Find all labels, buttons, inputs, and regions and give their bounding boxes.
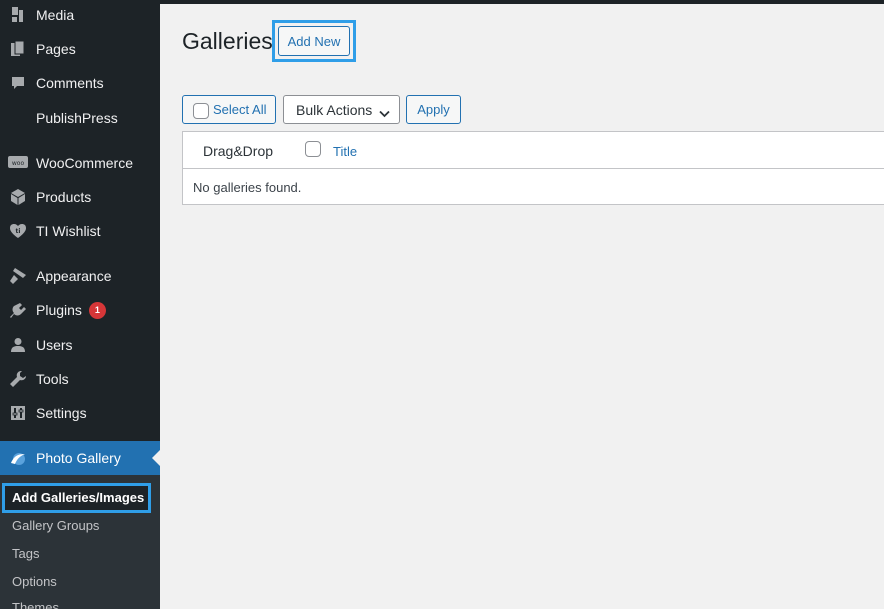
sidebar-item-label: Comments — [36, 75, 104, 91]
sidebar-item-label: PublishPress — [36, 110, 118, 126]
submenu-gallery-groups[interactable]: Gallery Groups — [12, 518, 99, 533]
empty-message: No galleries found. — [193, 180, 302, 195]
sidebar-item-comments[interactable]: Comments — [0, 66, 160, 100]
pages-icon — [8, 39, 28, 59]
sidebar-item-tools[interactable]: Tools — [0, 362, 160, 396]
submenu-add-galleries-images[interactable]: Add Galleries/Images — [2, 483, 151, 513]
sidebar-item-products[interactable]: Products — [0, 180, 160, 214]
update-count-badge: 1 — [88, 301, 106, 319]
column-title[interactable]: Title — [333, 144, 357, 159]
sidebar-item-label: Appearance — [36, 268, 112, 284]
add-new-button[interactable]: Add New — [278, 26, 350, 56]
sidebar-item-ti-wishlist[interactable]: ti TI Wishlist — [0, 214, 160, 248]
plugin-icon — [8, 301, 28, 321]
plugins-label: Plugins — [36, 302, 82, 319]
svg-text:woo: woo — [12, 160, 25, 167]
sidebar-item-label: Products — [36, 189, 92, 205]
sidebar-item-label: WooCommerce — [36, 155, 133, 171]
sidebar-item-publishpress[interactable]: PublishPress — [0, 101, 160, 135]
table-header: Drag&Drop Title — [183, 132, 884, 169]
bulk-actions-select[interactable]: Bulk Actions — [283, 95, 400, 124]
select-all-label: Select All — [213, 102, 267, 117]
sidebar-item-label: Users — [36, 337, 73, 353]
add-new-highlight: Add New — [272, 20, 356, 62]
photo-gallery-submenu: Add Galleries/Images Gallery Groups Tags… — [0, 475, 160, 609]
galleries-table: Drag&Drop Title No galleries found. — [182, 131, 884, 205]
column-drag-drop: Drag&Drop — [203, 143, 274, 159]
sidebar-item-label: TI Wishlist — [36, 223, 101, 239]
select-all-button[interactable]: Select All — [182, 95, 276, 124]
active-menu-arrow — [152, 450, 160, 466]
heart-icon: ti — [8, 221, 28, 241]
sidebar-item-settings[interactable]: Settings — [0, 396, 160, 430]
woocommerce-icon: woo — [8, 153, 28, 173]
media-icon — [8, 5, 28, 25]
apply-button[interactable]: Apply — [406, 95, 461, 124]
paintbrush-icon — [8, 266, 28, 286]
submenu-tags[interactable]: Tags — [12, 546, 39, 561]
wrench-icon — [8, 369, 28, 389]
submenu-themes[interactable]: Themes — [12, 600, 59, 609]
users-icon — [8, 335, 28, 355]
admin-sidebar: Media Pages Comments PublishPress woo Wo… — [0, 0, 160, 609]
sidebar-item-plugins[interactable]: Plugins 1 — [0, 294, 160, 328]
sidebar-item-users[interactable]: Users — [0, 328, 160, 362]
photo-gallery-icon — [8, 448, 28, 468]
sidebar-item-label: Tools — [36, 371, 69, 387]
settings-icon — [8, 403, 28, 423]
chevron-down-icon — [379, 105, 390, 121]
sidebar-item-label: Plugins 1 — [36, 301, 106, 320]
sidebar-item-woocommerce[interactable]: woo WooCommerce — [0, 146, 160, 180]
sidebar-item-pages[interactable]: Pages — [0, 32, 160, 66]
submenu-options[interactable]: Options — [12, 574, 57, 589]
select-all-column-checkbox[interactable] — [305, 141, 321, 157]
sidebar-item-label: Photo Gallery — [36, 450, 121, 466]
select-all-checkbox[interactable] — [193, 102, 209, 119]
sidebar-item-label: Settings — [36, 405, 87, 421]
products-icon — [8, 187, 28, 207]
sidebar-item-label: Pages — [36, 41, 76, 57]
svg-text:ti: ti — [16, 228, 21, 235]
sidebar-item-photo-gallery[interactable]: Photo Gallery — [0, 441, 160, 475]
sidebar-item-label: Media — [36, 7, 75, 23]
sidebar-item-appearance[interactable]: Appearance — [0, 259, 160, 293]
sidebar-item-media[interactable]: Media — [0, 0, 160, 32]
comments-icon — [8, 73, 28, 93]
page-title: Galleries — [182, 28, 273, 54]
bulk-actions-value: Bulk Actions — [296, 101, 373, 118]
